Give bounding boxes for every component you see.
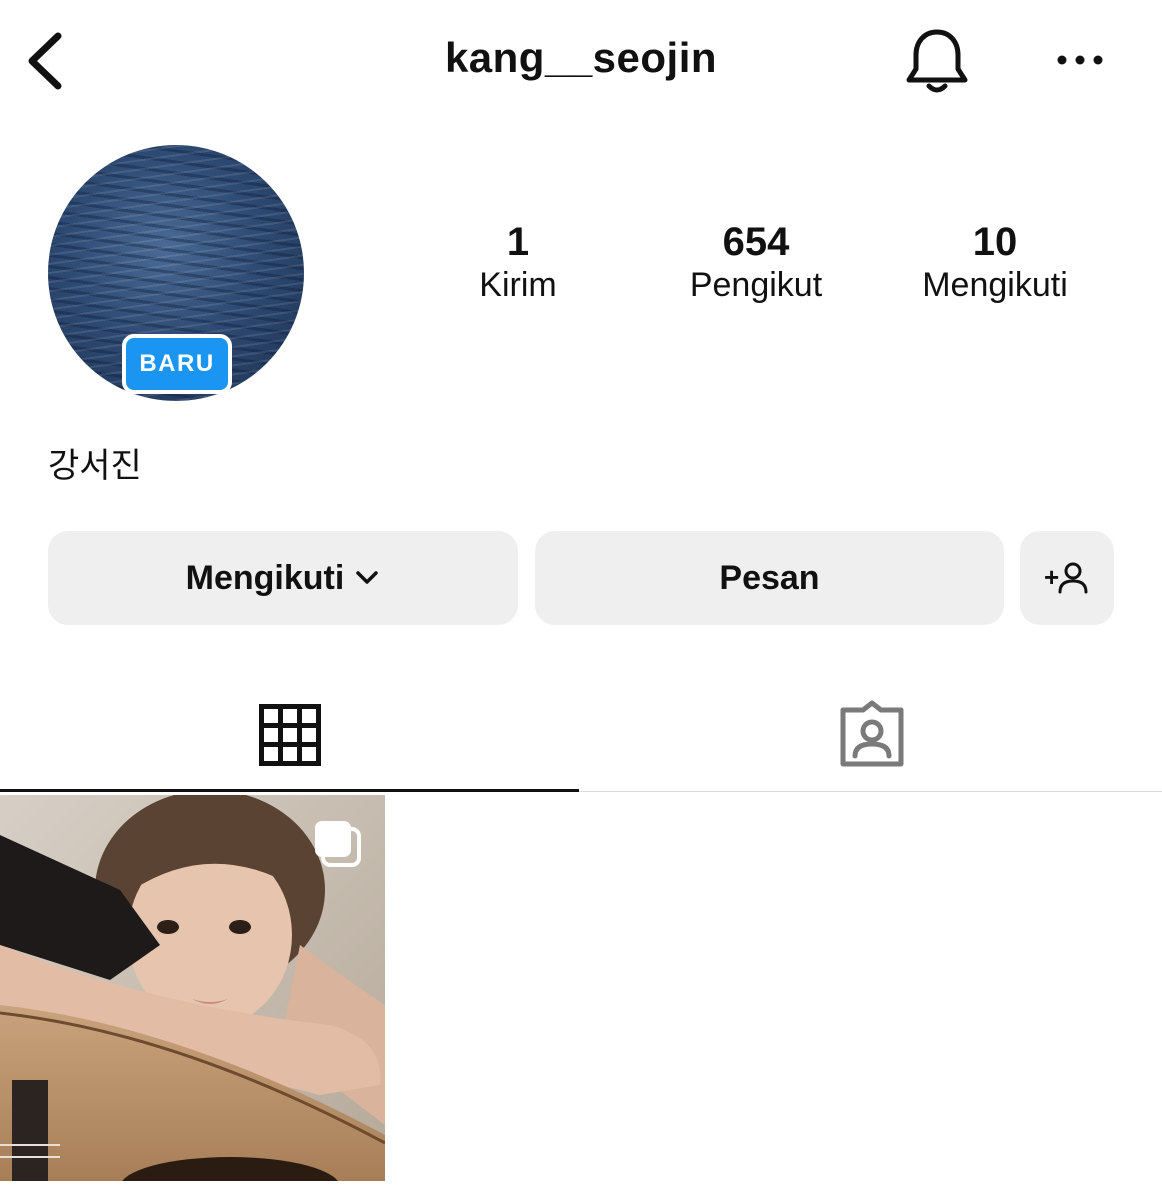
posts-count-value: 1	[506, 220, 530, 264]
profile-username: kang__seojin	[444, 34, 718, 81]
notifications-button[interactable]	[900, 24, 974, 98]
back-button[interactable]	[22, 28, 70, 94]
chevron-down-icon	[354, 569, 380, 587]
tab-posts-grid[interactable]	[0, 680, 579, 790]
grid-icon	[258, 704, 321, 766]
message-button-label: Pesan	[719, 558, 820, 597]
profile-display-name: 강서진	[48, 446, 142, 486]
active-tab-indicator	[0, 789, 579, 792]
following-count-label: Mengikuti	[922, 266, 1068, 304]
suggest-users-button[interactable]: +	[1020, 531, 1114, 625]
new-badge: BARU	[122, 334, 232, 394]
following-count-value: 10	[972, 220, 1018, 264]
tagged-icon	[840, 700, 903, 767]
tab-tagged[interactable]	[581, 680, 1162, 790]
more-icon	[1057, 55, 1103, 65]
svg-text:+: +	[1044, 562, 1059, 592]
add-user-icon: +	[1044, 562, 1088, 594]
followers-count[interactable]: 654 Pengikut	[666, 220, 846, 306]
posts-count-label: Kirim	[479, 266, 557, 304]
following-button-label: Mengikuti	[185, 558, 345, 597]
following-button[interactable]: Mengikuti	[48, 531, 518, 625]
posts-count[interactable]: 1 Kirim	[448, 220, 588, 306]
followers-count-label: Pengikut	[689, 266, 823, 304]
multiple-photos-icon	[312, 818, 362, 868]
back-icon	[28, 32, 62, 90]
following-count[interactable]: 10 Mengikuti	[900, 220, 1090, 306]
followers-count-value: 654	[722, 220, 790, 264]
more-options-button[interactable]	[1050, 42, 1110, 78]
message-button[interactable]: Pesan	[535, 531, 1004, 625]
bell-icon	[906, 29, 968, 93]
